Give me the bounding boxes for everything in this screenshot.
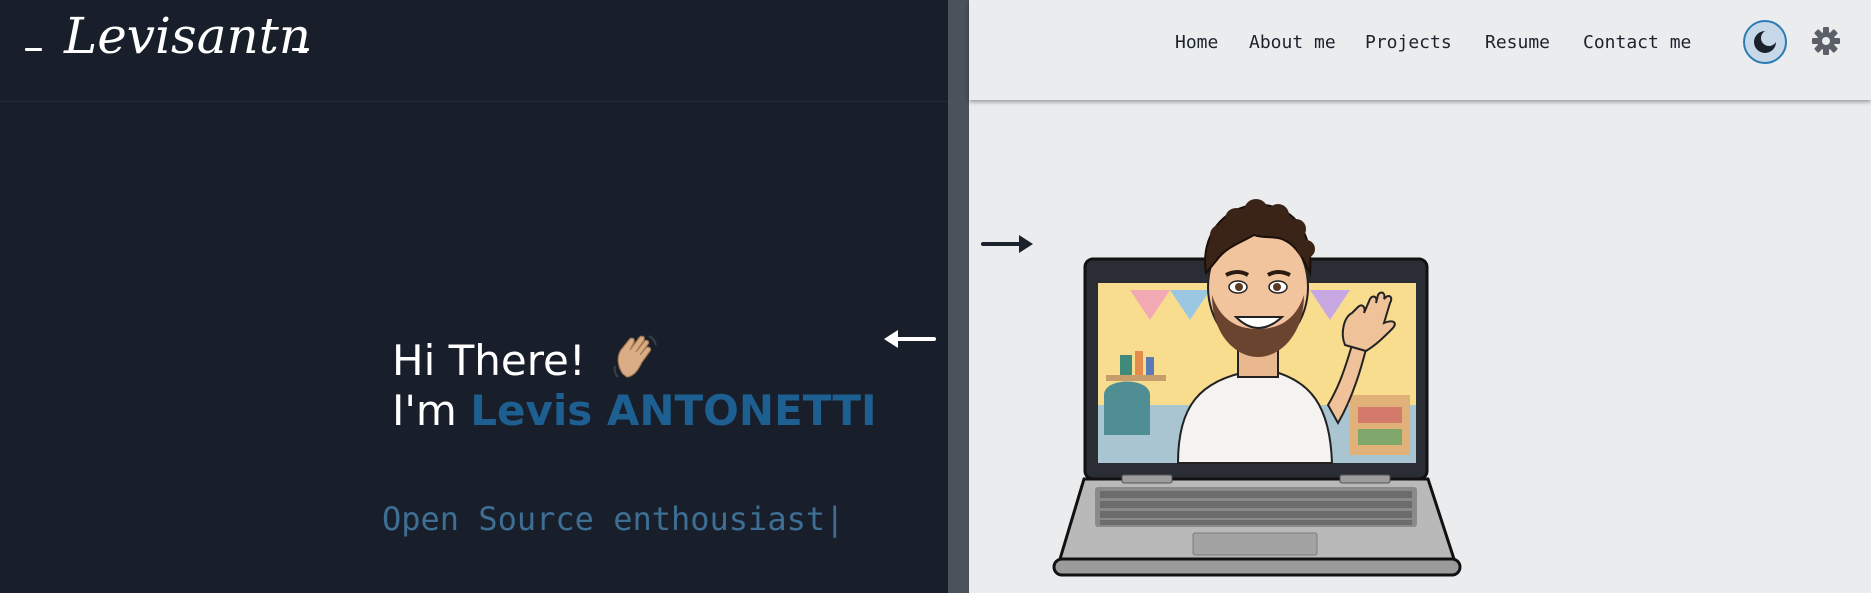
gear-icon <box>1812 27 1840 55</box>
moon-icon <box>1754 30 1777 53</box>
typed-text: Open Source enthousiast <box>382 500 826 538</box>
settings-button[interactable] <box>1811 26 1841 56</box>
typing-cursor: | <box>825 500 845 538</box>
arrow-left-icon[interactable] <box>882 326 936 357</box>
split-divider[interactable] <box>948 0 969 593</box>
logo[interactable]: Levisantn <box>64 6 311 66</box>
im-prefix: I'm <box>392 386 457 435</box>
nav-about[interactable]: About me <box>1249 32 1336 53</box>
greeting-text: Hi There! <box>392 336 586 385</box>
nav-resume[interactable]: Resume <box>1485 32 1550 53</box>
hero-name-line: I'm Levis ANTONETTI <box>392 384 877 438</box>
logo-dash-left <box>25 48 42 51</box>
typed-tagline: Open Source enthousiast| <box>382 499 844 539</box>
nav-projects[interactable]: Projects <box>1365 32 1452 53</box>
arrow-right-icon[interactable] <box>981 231 1035 262</box>
header-dark: Levisantn <box>0 0 948 102</box>
avatar-laptop-illustration <box>1040 195 1480 590</box>
nav-home[interactable]: Home <box>1175 32 1218 53</box>
logo-dash-right <box>292 48 309 51</box>
hero-name: Levis ANTONETTI <box>470 386 877 435</box>
nav-contact[interactable]: Contact me <box>1583 32 1691 53</box>
theme-toggle-button[interactable] <box>1743 20 1787 64</box>
